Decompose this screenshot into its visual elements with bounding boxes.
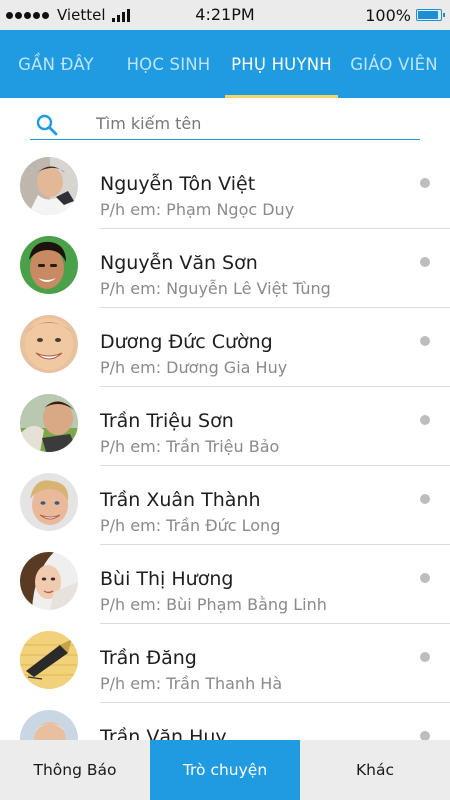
contact-child: P/h em: Phạm Ngọc Duy [100, 200, 295, 219]
avatar [20, 315, 78, 373]
status-dot-icon [420, 652, 430, 662]
battery-percent: 100% [365, 5, 411, 25]
avatar [20, 473, 78, 531]
status-dot-icon [420, 494, 430, 504]
nav-chat[interactable]: Trò chuyện [150, 740, 300, 800]
battery-icon [416, 9, 445, 21]
contact-row[interactable]: Trần Xuân Thành P/h em: Trần Đức Long [0, 466, 450, 545]
contact-name: Nguyễn Tôn Việt [100, 173, 256, 195]
status-dot-icon [420, 178, 430, 188]
search-input[interactable] [96, 110, 406, 136]
tab-teachers[interactable]: GIÁO VIÊN [338, 30, 450, 98]
status-dot-icon [420, 573, 430, 583]
avatar [20, 710, 78, 740]
contact-name: Trần Triệu Sơn [100, 410, 234, 432]
avatar [20, 157, 78, 215]
contact-name: Bùi Thị Hương [100, 568, 234, 590]
status-right: 100% [365, 0, 445, 30]
contact-name: Trần Xuân Thành [100, 489, 261, 511]
contact-row[interactable]: Trần Đăng P/h em: Trần Thanh Hà [0, 624, 450, 703]
nav-more[interactable]: Khác [300, 740, 450, 800]
search-bar [30, 108, 420, 140]
contact-child: P/h em: Trần Đức Long [100, 516, 281, 535]
nav-notifications[interactable]: Thông Báo [0, 740, 150, 800]
battery-fill [418, 11, 438, 19]
avatar [20, 236, 78, 294]
tab-bar: GẦN ĐÂY HỌC SINH PHỤ HUYNH GIÁO VIÊN [0, 30, 450, 98]
tab-recent[interactable]: GẦN ĐÂY [0, 30, 112, 98]
avatar [20, 552, 78, 610]
contact-row[interactable]: Nguyễn Văn Sơn P/h em: Nguyễn Lê Việt Tù… [0, 229, 450, 308]
contact-name: Dương Đức Cường [100, 331, 273, 353]
contact-child: P/h em: Nguyễn Lê Việt Tùng [100, 279, 331, 298]
contact-row[interactable]: Trần Triệu Sơn P/h em: Trần Triệu Bảo [0, 387, 450, 466]
status-dot-icon [420, 257, 430, 267]
contact-name: Trần Văn Huy [100, 726, 227, 740]
search-icon[interactable] [36, 114, 58, 136]
tab-parents[interactable]: PHỤ HUYNH [225, 30, 338, 98]
contact-child: P/h em: Dương Gia Huy [100, 358, 288, 377]
avatar [20, 631, 78, 689]
contact-list: Nguyễn Tôn Việt P/h em: Phạm Ngọc Duy Ng… [0, 150, 450, 740]
bottom-nav: Thông Báo Trò chuyện Khác [0, 740, 450, 800]
status-dot-icon [420, 415, 430, 425]
tab-students[interactable]: HỌC SINH [112, 30, 225, 98]
avatar [20, 394, 78, 452]
contact-child: P/h em: Trần Thanh Hà [100, 674, 283, 693]
contact-row[interactable]: Trần Văn Huy [0, 703, 450, 740]
status-bar: Viettel 4:21PM 100% [0, 0, 450, 30]
contact-name: Nguyễn Văn Sơn [100, 252, 258, 274]
contact-row[interactable]: Nguyễn Tôn Việt P/h em: Phạm Ngọc Duy [0, 150, 450, 229]
contact-name: Trần Đăng [100, 647, 197, 669]
status-dot-icon [420, 731, 430, 740]
status-dot-icon [420, 336, 430, 346]
contact-child: P/h em: Trần Triệu Bảo [100, 437, 280, 456]
contact-row[interactable]: Bùi Thị Hương P/h em: Bùi Phạm Bằng Linh [0, 545, 450, 624]
contact-child: P/h em: Bùi Phạm Bằng Linh [100, 595, 327, 614]
contact-row[interactable]: Dương Đức Cường P/h em: Dương Gia Huy [0, 308, 450, 387]
